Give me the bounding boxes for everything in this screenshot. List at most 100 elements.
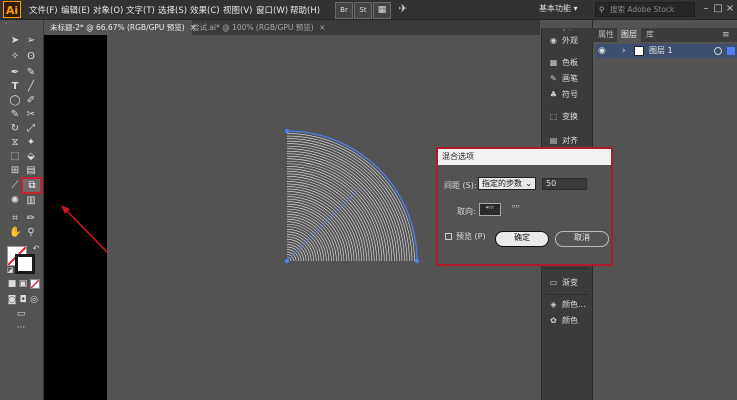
type-tool-icon[interactable]: T [9,81,21,93]
menu-file[interactable]: 文件(F) [29,4,58,16]
chevron-right-icon[interactable]: › [622,45,630,57]
tab-libraries[interactable]: 库 [642,28,658,42]
tab-layers[interactable]: 图层 [617,28,641,42]
panel-brushes[interactable]: ✎ 画笔 [548,72,592,86]
ellipse-tool-icon[interactable]: ◯ [9,95,21,107]
cancel-button[interactable]: 取消 [555,231,609,247]
magic-wand-tool-icon[interactable]: ✧ [9,51,21,63]
artboard-tool-icon[interactable]: ⌗ [9,213,21,225]
scale-tool-icon[interactable]: ⤢ [25,123,37,135]
tab-properties[interactable]: 属性 [594,28,618,42]
blend-tool-icon: ⧉ [28,180,36,191]
align-to-path-icon[interactable]: ᵗᵗᵗᵗ [505,203,527,216]
tools-panel: » ··· ➤ ➢ ✧ ʘ ✒ ✎ T ╱ ◯ ✐ ✎ ✂ ↻ ⤢ ⧖ ✦ ⬚ … [0,20,44,400]
panel-transform[interactable]: ⬚ 变换 [548,110,592,124]
close-icon[interactable]: × [724,2,736,16]
panel-label: 符号 [562,90,578,99]
toolbar-grip[interactable]: » ··· [4,21,40,27]
shape-builder-tool-icon[interactable]: ⬙ [25,151,37,163]
edit-toolbar-icon[interactable]: ··· [15,322,27,334]
swap-fill-stroke-icon[interactable]: ↶ [30,243,42,255]
bridge-button[interactable]: Br [335,2,353,19]
tab-document-1[interactable]: 未标题-2* @ 66.67% (RGB/GPU 预览) × [44,20,196,35]
curvature-tool-icon[interactable]: ✎ [25,67,37,79]
lasso-tool-icon[interactable]: ʘ [25,51,37,63]
symbol-sprayer-tool-icon[interactable]: ✺ [9,195,21,207]
steps-input[interactable]: 50 [542,178,587,190]
change-screen-mode-icon[interactable]: ▭ [15,308,27,320]
default-fill-stroke-icon[interactable]: ◪ [4,264,16,276]
anchor-point[interactable] [284,128,290,134]
mesh-tool-icon[interactable]: ▤ [25,165,37,177]
menu-help[interactable]: 帮助(H) [290,4,320,16]
eraser-tool-icon[interactable]: ✂ [25,109,37,121]
ok-button[interactable]: 确定 [495,231,549,247]
none-mode-icon[interactable] [30,279,40,289]
width-tool-icon[interactable]: ⧖ [9,137,21,149]
gpu-performance-icon[interactable]: ✈ [397,2,409,16]
panel-align[interactable]: ▤ 对齐 [548,134,592,148]
tab-document-2[interactable]: 尝试.ai* @ 100% (RGB/GPU 预览) × [186,20,325,35]
blend-tool-highlight[interactable]: ⧉ [21,177,42,194]
menu-edit[interactable]: 编辑(E) [61,4,90,16]
line-tool-icon[interactable]: ╱ [25,81,37,93]
stroke-swatch[interactable] [15,254,35,274]
panel-label: 色板 [562,58,578,67]
spacing-select[interactable]: 指定的步数 ⌄ [478,177,536,190]
panel-appearance[interactable]: ◉ 外观 [548,34,592,48]
panel-label: 颜色... [562,300,586,309]
dialog-title: 混合选项 [438,149,611,165]
free-transform-tool-icon[interactable]: ⬚ [9,151,21,163]
slice-tool-icon[interactable]: ✏ [25,213,37,225]
eyedropper-tool-icon[interactable]: ⟋ [9,180,21,192]
transform-icon: ⬚ [549,112,558,121]
anchor-point[interactable] [414,258,420,264]
target-icon[interactable] [714,47,722,55]
document-tab-bar: 未标题-2* @ 66.67% (RGB/GPU 预览) × 尝试.ai* @ … [44,20,540,35]
hand-tool-icon[interactable]: ✋ [9,227,21,239]
zoom-tool-icon[interactable]: ⚲ [25,227,37,239]
draw-inside-icon[interactable]: ◎ [28,294,40,306]
blend-options-dialog: 混合选项 间距 (S): 指定的步数 ⌄ 50 取向: ⁴ᵗᵗᵗ ᵗᵗᵗᵗ 预览… [436,147,613,266]
panel-gradient[interactable]: ▭ 渐变 [548,276,592,290]
menu-effect[interactable]: 效果(C) [190,4,220,16]
menu-select[interactable]: 选择(S) [158,4,187,16]
minimize-icon[interactable]: – [700,2,712,16]
stock-search-input[interactable]: ⚲ 搜索 Adobe Stock [595,2,695,17]
visibility-eye-icon[interactable]: ◉ [598,45,610,57]
tab-close-icon[interactable]: × [319,23,325,32]
layer-name[interactable]: 图层 1 [649,44,673,58]
paintbrush-tool-icon[interactable]: ✐ [25,95,37,107]
dock-grip[interactable]: « ·· [542,28,592,34]
panel-swatches[interactable]: ▦ 色板 [548,56,592,70]
maximize-icon[interactable]: □ [712,2,724,16]
workspace-switcher[interactable]: 基本功能 ▾ [539,3,589,17]
panel-color[interactable]: ◈ 颜色... [548,298,592,312]
panel-symbols[interactable]: ♣ 符号 [548,88,592,102]
layer-color-icon [727,47,735,55]
layer-row[interactable]: ◉ › 图层 1 [596,44,737,58]
menu-view[interactable]: 视图(V) [223,4,252,16]
puppet-warp-tool-icon[interactable]: ✦ [25,137,37,149]
rotate-tool-icon[interactable]: ↻ [9,123,21,135]
arrange-documents-icon[interactable]: ▦ [373,2,391,19]
pen-tool-icon[interactable]: ✒ [9,67,21,79]
menu-window[interactable]: 窗口(W) [256,4,288,16]
panel-label: 画笔 [562,74,578,83]
column-graph-tool-icon[interactable]: ▥ [25,195,37,207]
selection-tool-icon[interactable]: ➤ [9,35,21,47]
align-to-page-icon[interactable]: ⁴ᵗᵗᵗ [479,203,501,216]
menu-type[interactable]: 文字(T) [126,4,155,16]
direct-selection-tool-icon[interactable]: ➢ [25,35,37,47]
perspective-grid-tool-icon[interactable]: ⊞ [9,165,21,177]
stock-button[interactable]: St [354,2,372,19]
panel-color-guide[interactable]: ✿ 颜色 [548,314,592,328]
blend-spine [286,189,359,262]
anchor-point[interactable] [284,258,290,264]
align-icon: ▤ [549,136,558,145]
preview-checkbox[interactable] [445,233,452,240]
menu-object[interactable]: 对象(O) [93,4,123,16]
gradient-mode-icon[interactable]: ▣ [17,278,29,290]
panel-menu-icon[interactable]: ≡ [722,28,734,42]
shaper-tool-icon[interactable]: ✎ [9,109,21,121]
